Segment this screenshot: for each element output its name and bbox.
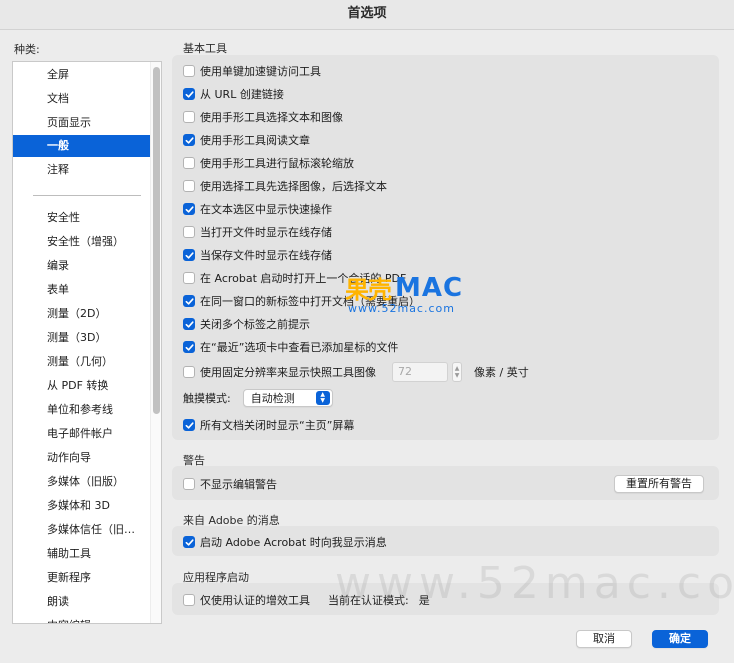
checkbox[interactable] [183, 272, 195, 284]
sidebar-item-documents[interactable]: 文档 [13, 88, 151, 110]
sidebar-item-commenting[interactable]: 注释 [13, 159, 151, 181]
window-title: 首选项 [0, 0, 734, 30]
sidebar-item-page-display[interactable]: 页面显示 [13, 112, 151, 134]
option-fixed-resolution[interactable]: 使用固定分辨率来显示快照工具图像 72 ▲ ▼ 像素 / 英寸 [183, 362, 529, 382]
resolution-unit: 像素 / 英寸 [474, 366, 529, 379]
sidebar-item-updater[interactable]: 更新程序 [13, 567, 151, 589]
checkbox[interactable] [183, 157, 195, 169]
option-online-storage-open[interactable]: 当打开文件时显示在线存储 [183, 222, 332, 242]
watermark-large-text: www.52mac.com [335, 558, 734, 609]
sidebar-item-email-accounts[interactable]: 电子邮件帐户 [13, 423, 151, 445]
sidebar-item-measuring-geo[interactable]: 测量（几何） [13, 351, 151, 373]
sidebar-item-measuring-2d[interactable]: 测量（2D） [13, 303, 151, 325]
sidebar-item-fullscreen[interactable]: 全屏 [13, 64, 151, 86]
checkbox-checked[interactable] [183, 203, 195, 215]
option-show-home-screen[interactable]: 所有文档关闭时显示“主页”屏幕 [183, 415, 354, 435]
stepper-down-icon[interactable]: ▼ [455, 372, 460, 379]
option-prompt-close-tabs[interactable]: 关闭多个标签之前提示 [183, 314, 310, 334]
sidebar-divider [33, 195, 141, 196]
sidebar-item-general[interactable]: 一般 [13, 135, 151, 157]
sidebar-item-forms[interactable]: 表单 [13, 279, 151, 301]
checkbox[interactable] [183, 478, 195, 490]
checkbox-checked[interactable] [183, 536, 195, 548]
option-create-links-from-urls[interactable]: 从 URL 创建链接 [183, 84, 284, 104]
cancel-button[interactable]: 取消 [576, 630, 632, 648]
option-hand-tool-select-text[interactable]: 使用手形工具选择文本和图像 [183, 107, 343, 127]
sidebar-item-units-guides[interactable]: 单位和参考线 [13, 399, 151, 421]
checkbox-checked[interactable] [183, 249, 195, 261]
touch-mode-select[interactable]: 自动检测 ▲ ▼ [242, 389, 333, 407]
sidebar-item-measuring-3d[interactable]: 测量（3D） [13, 327, 151, 349]
checkbox[interactable] [183, 111, 195, 123]
sidebar-item-action-wizard[interactable]: 动作向导 [13, 447, 151, 469]
checkbox-checked[interactable] [183, 318, 195, 330]
sidebar-scrollbar-thumb[interactable] [153, 67, 160, 414]
watermark-logo: 果壳 MAC [345, 272, 464, 305]
option-hand-tool-wheel-zoom[interactable]: 使用手形工具进行鼠标滚轮缩放 [183, 153, 354, 173]
sidebar-item-read-out-loud[interactable]: 朗读 [13, 591, 151, 613]
sidebar-item-convert-from-pdf[interactable]: 从 PDF 转换 [13, 375, 151, 397]
checkbox-checked[interactable] [183, 134, 195, 146]
stepper-up-icon[interactable]: ▲ [455, 365, 460, 372]
resolution-input[interactable]: 72 [392, 362, 448, 382]
touch-mode-row: 触摸模式: 自动检测 ▲ ▼ [183, 388, 333, 408]
ok-button[interactable]: 确定 [652, 630, 708, 648]
category-label: 种类: [14, 43, 40, 56]
checkbox-checked[interactable] [183, 341, 195, 353]
chevron-updown-icon: ▲ ▼ [315, 391, 330, 405]
touch-mode-label: 触摸模式: [183, 392, 231, 405]
sidebar-item-catalog[interactable]: 编录 [13, 255, 151, 277]
option-select-tool-images-first[interactable]: 使用选择工具先选择图像，后选择文本 [183, 176, 387, 196]
checkbox-checked[interactable] [183, 419, 195, 431]
checkbox[interactable] [183, 366, 195, 378]
section-title-basic-tools: 基本工具 [183, 42, 227, 55]
resolution-stepper[interactable]: ▲ ▼ [452, 362, 462, 382]
sidebar-item-security[interactable]: 安全性 [13, 207, 151, 229]
sidebar-item-content-editing[interactable]: 内容编辑 [13, 615, 151, 623]
reset-warnings-button[interactable]: 重置所有警告 [614, 475, 704, 493]
checkbox[interactable] [183, 594, 195, 606]
checkbox[interactable] [183, 180, 195, 192]
option-quick-actions-text-selection[interactable]: 在文本选区中显示快速操作 [183, 199, 332, 219]
option-no-edit-warning[interactable]: 不显示编辑警告 [183, 474, 277, 494]
checkbox[interactable] [183, 65, 195, 77]
sidebar-item-multimedia-3d[interactable]: 多媒体和 3D [13, 495, 151, 517]
sidebar-item-accessibility[interactable]: 辅助工具 [13, 543, 151, 565]
option-starred-in-recent[interactable]: 在“最近”选项卡中查看已添加星标的文件 [183, 337, 398, 357]
sidebar-item-multimedia-trust[interactable]: 多媒体信任（旧… [13, 519, 151, 541]
option-hand-tool-read-articles[interactable]: 使用手形工具阅读文章 [183, 130, 310, 150]
checkbox-checked[interactable] [183, 88, 195, 100]
option-show-adobe-messages[interactable]: 启动 Adobe Acrobat 时向我显示消息 [183, 532, 387, 552]
option-single-key-accelerators[interactable]: 使用单键加速键访问工具 [183, 61, 321, 81]
watermark-url: www.52mac.com [348, 302, 455, 315]
checkbox-checked[interactable] [183, 295, 195, 307]
sidebar-item-security-enhanced[interactable]: 安全性（增强） [13, 231, 151, 253]
checkbox[interactable] [183, 226, 195, 238]
category-list[interactable]: 全屏 文档 页面显示 一般 注释 安全性 安全性（增强） 编录 表单 测量（2D… [12, 61, 162, 624]
sidebar-item-multimedia-legacy[interactable]: 多媒体（旧版） [13, 471, 151, 493]
option-online-storage-save[interactable]: 当保存文件时显示在线存储 [183, 245, 332, 265]
